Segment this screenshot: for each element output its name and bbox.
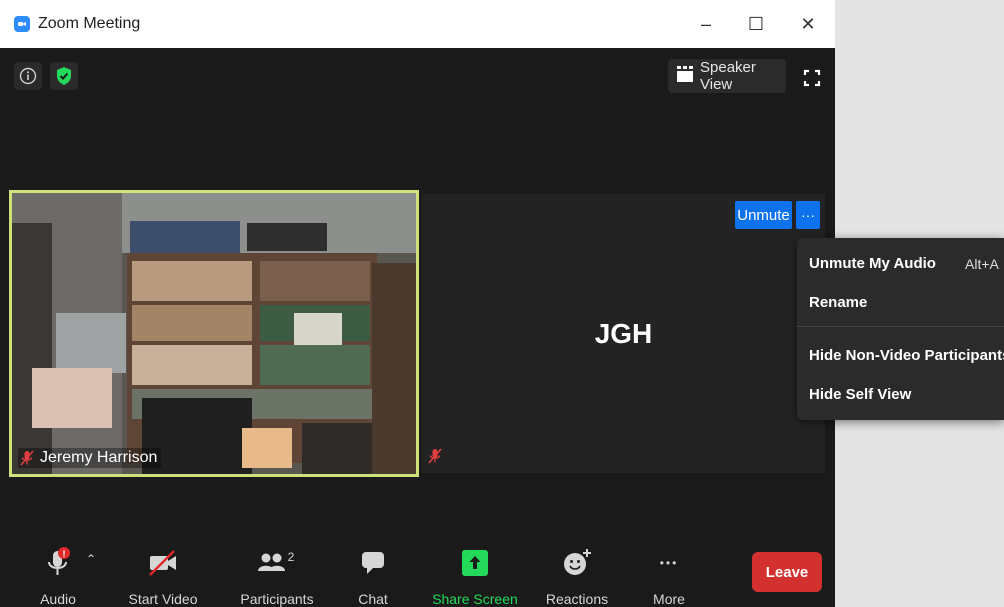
title-bar: Zoom Meeting – ☐ ✕ [0, 0, 835, 48]
speaker-view-label: Speaker View [700, 59, 756, 93]
participant-context-menu: Unmute My Audio Alt+A Rename Hide Non-Vi… [797, 238, 1004, 420]
start-video-label: Start Video [128, 591, 198, 607]
more-label: More [653, 591, 685, 607]
meeting-toolbar: ! Audio ⌃ Start Video 2 Participants Cha… [0, 536, 835, 607]
microphone-icon: ! [44, 542, 72, 584]
meeting-info-button[interactable] [14, 62, 42, 90]
maximize-button[interactable]: ☐ [738, 8, 774, 40]
participants-button[interactable]: 2 Participants [238, 536, 316, 607]
menu-item-hide-non-video-participants[interactable]: Hide Non-Video Participants [809, 347, 1004, 364]
more-dots-icon: ••• [659, 556, 679, 570]
share-screen-button[interactable]: Share Screen [432, 536, 518, 607]
camera-feed-image [12, 193, 416, 474]
participant-tile-jgh[interactable]: JGH Unmute ··· [422, 194, 825, 473]
audio-button[interactable]: ! Audio [36, 536, 80, 607]
more-button[interactable]: ••• More [646, 536, 692, 607]
menu-item-hide-self-view[interactable]: Hide Self View [809, 386, 911, 403]
unmute-button[interactable]: Unmute [735, 201, 792, 229]
info-icon [19, 67, 37, 85]
reaction-smiley-icon [562, 542, 592, 584]
share-screen-label: Share Screen [432, 591, 518, 607]
participant-name: Jeremy Harrison [40, 449, 158, 466]
participants-label: Participants [240, 591, 314, 607]
tile-more-options-button[interactable]: ··· [796, 201, 820, 229]
audio-options-chevron-up-icon[interactable]: ⌃ [86, 552, 96, 566]
chat-label: Chat [358, 591, 388, 607]
leave-button[interactable]: Leave [752, 552, 822, 592]
fullscreen-button[interactable] [798, 64, 826, 92]
speaker-view-icon [676, 65, 694, 87]
zoom-window: Zoom Meeting – ☐ ✕ Speaker View Jeremy H… [0, 0, 835, 607]
reactions-button[interactable]: Reactions [542, 536, 612, 607]
menu-shortcut-alt-a: Alt+A [965, 256, 999, 272]
muted-mic-icon [428, 448, 442, 469]
participants-count: 2 [288, 550, 295, 564]
speaker-view-button[interactable]: Speaker View [668, 59, 786, 93]
menu-item-unmute-my-audio[interactable]: Unmute My Audio [809, 255, 936, 272]
meeting-area: Speaker View Jeremy Harrison JGH Unmute … [0, 48, 835, 607]
audio-alert-badge: ! [63, 549, 66, 559]
participants-icon: 2 [257, 542, 297, 584]
fullscreen-icon [803, 69, 821, 87]
start-video-button[interactable]: Start Video [125, 536, 201, 607]
window-title: Zoom Meeting [38, 15, 141, 32]
minimize-button[interactable]: – [688, 8, 724, 40]
share-screen-icon [461, 542, 489, 584]
muted-mic-icon [20, 450, 34, 466]
chat-button[interactable]: Chat [350, 536, 396, 607]
video-off-icon [147, 542, 179, 584]
chat-bubble-icon [359, 542, 387, 584]
security-shield-button[interactable] [50, 62, 78, 90]
menu-item-rename[interactable]: Rename [809, 294, 867, 311]
audio-label: Audio [40, 591, 76, 607]
reactions-label: Reactions [545, 591, 609, 607]
participant-video-tile[interactable]: Jeremy Harrison [9, 190, 419, 477]
participant-name-label: Jeremy Harrison [18, 448, 162, 468]
participant-initials: JGH [594, 317, 653, 349]
zoom-app-icon [14, 16, 30, 32]
shield-check-icon [57, 67, 71, 85]
menu-divider [797, 326, 1004, 327]
close-button[interactable]: ✕ [790, 8, 826, 40]
